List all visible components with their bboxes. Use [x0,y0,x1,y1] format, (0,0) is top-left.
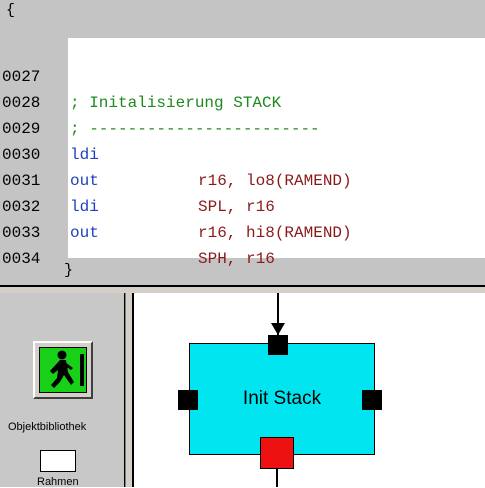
flowchart-canvas[interactable]: Init Stack [134,293,485,487]
output-port[interactable] [260,437,294,469]
code-line[interactable]: 0028 ; ------------------------ [0,64,485,138]
frame-tool-label: Rahmen [37,476,79,488]
object-library-label: Objektbibliothek [8,421,87,433]
right-port[interactable] [362,390,382,410]
green-pedestrian-light-icon [39,347,87,393]
palette-border [125,293,134,487]
close-brace: } [64,262,74,279]
input-port[interactable] [268,335,288,355]
object-library-button[interactable] [33,341,93,399]
outgoing-connector [276,469,278,487]
code-operands: SPH, r16 [198,250,275,268]
code-line[interactable]: 0032 out SPH, r16 [0,168,485,268]
code-line[interactable]: 0033 [0,194,485,242]
pane-splitter[interactable] [0,285,485,293]
open-brace: { [6,2,16,19]
code-line[interactable]: 0029 ldi r16, lo8(RAMEND) [0,90,485,190]
frame-tool-button[interactable] [40,450,76,472]
code-line[interactable]: 0027 ; Initalisierung STACK [0,38,485,112]
code-line[interactable]: 0030 out SPL, r16 [0,116,485,216]
line-number: 0034 [2,250,41,268]
code-line[interactable]: 0031 ldi r16, hi8(RAMEND) [0,142,485,242]
left-port[interactable] [178,390,198,410]
code-line[interactable]: 0034 [0,220,485,268]
code-editor[interactable]: { 0027 ; Initalisierung STACK 0028 ; ---… [0,0,485,285]
object-palette: Objektbibliothek Rahmen [0,293,125,488]
